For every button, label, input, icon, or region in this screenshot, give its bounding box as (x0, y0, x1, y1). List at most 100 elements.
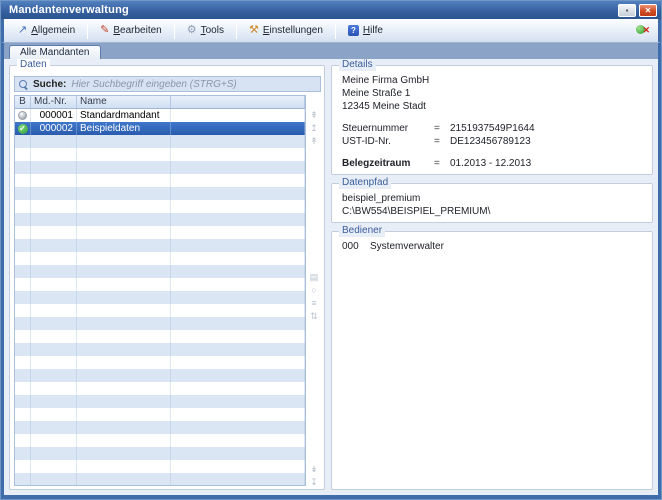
tab-alle-mandanten[interactable]: Alle Mandanten (9, 45, 101, 59)
status-cell (15, 265, 31, 278)
table-empty-row (15, 239, 305, 252)
main-toolbar: ↗Allgemein ✎Bearbeiten ⚙ Tools ⚒Einstellunge… (1, 19, 661, 43)
cell-extra (171, 200, 305, 213)
table-empty-row (15, 252, 305, 265)
toolbar-button-einstellungen[interactable]: ⚒Einstellungen (241, 22, 331, 39)
toolbar-button-tools[interactable]: ⚙ Tools (179, 22, 232, 39)
cell-name (77, 291, 171, 304)
cell-extra (171, 460, 305, 473)
status-cell (15, 473, 31, 486)
window-title: Mandantenverwaltung (9, 4, 615, 16)
cell-md-nr (31, 460, 77, 473)
side-top-icon-0[interactable]: ⇞ (308, 109, 320, 121)
table-empty-row (15, 408, 305, 421)
table-empty-row (15, 187, 305, 200)
cell-extra (171, 161, 305, 174)
status-cell (15, 408, 31, 421)
cell-name (77, 421, 171, 434)
status-cell (15, 343, 31, 356)
cell-md-nr (31, 434, 77, 447)
side-middle-icon-0[interactable]: ▤ (308, 271, 320, 283)
search-input[interactable] (71, 79, 316, 90)
table-empty-row (15, 356, 305, 369)
side-top-icon-2[interactable]: ↟ (308, 135, 320, 147)
status-cell (15, 291, 31, 304)
table-empty-row (15, 291, 305, 304)
table-empty-row (15, 135, 305, 148)
bediener-row[interactable]: 000Systemverwalter (342, 240, 644, 253)
table-empty-row (15, 226, 305, 239)
cell-md-nr (31, 265, 77, 278)
field-label: UST-ID-Nr. (342, 135, 434, 148)
table-empty-row (15, 460, 305, 473)
status-cell (15, 226, 31, 239)
cell-md-nr (31, 304, 77, 317)
bediener-body: 000Systemverwalter (342, 240, 644, 253)
cell-name (77, 369, 171, 382)
detail-field-row: Steuernummer=2151937549P1644 (342, 122, 644, 135)
cell-name (77, 226, 171, 239)
table-row[interactable]: 000001Standardmandant (15, 109, 305, 122)
cell-name: Beispieldaten (77, 122, 171, 135)
column-header-B[interactable]: B (15, 96, 31, 108)
toolbar-button-bearbeiten[interactable]: ✎Bearbeiten (92, 22, 170, 39)
search-bar: Suche: (14, 76, 321, 92)
close-button[interactable]: ✕ (639, 4, 657, 17)
cell-extra (171, 317, 305, 330)
status-cell (15, 278, 31, 291)
cell-md-nr (31, 213, 77, 226)
address-line: Meine Firma GmbH (342, 74, 644, 87)
mandanten-table-wrap: BMd.-Nr.Name000001Standardmandant✓000002… (14, 95, 321, 486)
side-top-icon-1[interactable]: ↥ (308, 122, 320, 134)
toolbar-button-label: Hilfe (363, 25, 383, 36)
gear-icon: ⚙ (187, 25, 197, 36)
toolbar-button-label: Bearbeiten (113, 25, 161, 36)
content-area: Daten Suche: BMd.-Nr.Name000001Standardm… (1, 59, 661, 499)
column-header-Name[interactable]: Name (77, 96, 171, 108)
status-cell (15, 382, 31, 395)
details-group: Details Meine Firma GmbHMeine Straße 112… (331, 65, 653, 175)
toolbar-button-allgemein[interactable]: ↗Allgemein (10, 22, 83, 39)
path-line: beispiel_premium (342, 192, 644, 205)
status-cell (15, 369, 31, 382)
status-cell (15, 239, 31, 252)
cell-extra (171, 239, 305, 252)
side-middle-icon-1[interactable]: ○ (308, 284, 320, 296)
cell-md-nr (31, 239, 77, 252)
window-menu-button[interactable]: ▪ (618, 4, 636, 17)
settings-icon: ⚒ (249, 25, 259, 36)
daten-group-label: Daten (17, 59, 50, 71)
column-header-Md.-Nr.[interactable]: Md.-Nr. (31, 96, 77, 108)
cell-extra (171, 304, 305, 317)
column-header-extra[interactable] (171, 96, 305, 108)
cell-extra (171, 356, 305, 369)
toolbar-button-label: Tools (201, 25, 224, 36)
cell-md-nr (31, 291, 77, 304)
gap (342, 148, 644, 157)
help-icon: ? (348, 25, 359, 36)
side-middle-icon-3[interactable]: ⇅ (308, 310, 320, 322)
check-icon: ✓ (18, 124, 28, 134)
cell-extra (171, 226, 305, 239)
details-body: Meine Firma GmbHMeine Straße 112345 Mein… (342, 74, 644, 170)
toolbar-button-hilfe[interactable]: ? Hilfe (340, 22, 391, 39)
table-empty-row (15, 382, 305, 395)
address-line: Meine Straße 1 (342, 87, 644, 100)
cell-md-nr: 000002 (31, 122, 77, 135)
side-middle-icon-2[interactable]: ≡ (308, 297, 320, 309)
cell-name (77, 252, 171, 265)
exit-icon[interactable]: ✕ (636, 24, 650, 37)
close-icon: ✕ (645, 6, 652, 15)
table-empty-row (15, 200, 305, 213)
cell-name: Standardmandant (77, 109, 171, 122)
side-bottom-icon-0[interactable]: ↡ (308, 463, 320, 475)
cell-name (77, 148, 171, 161)
table-empty-row (15, 343, 305, 356)
toolbar-separator (174, 23, 175, 39)
table-header-row: BMd.-Nr.Name (15, 96, 305, 109)
table-empty-row (15, 278, 305, 291)
side-bottom-icon-1[interactable]: ↧ (308, 476, 320, 486)
table-empty-row (15, 317, 305, 330)
table-row[interactable]: ✓000002Beispieldaten (15, 122, 305, 135)
cell-name (77, 434, 171, 447)
